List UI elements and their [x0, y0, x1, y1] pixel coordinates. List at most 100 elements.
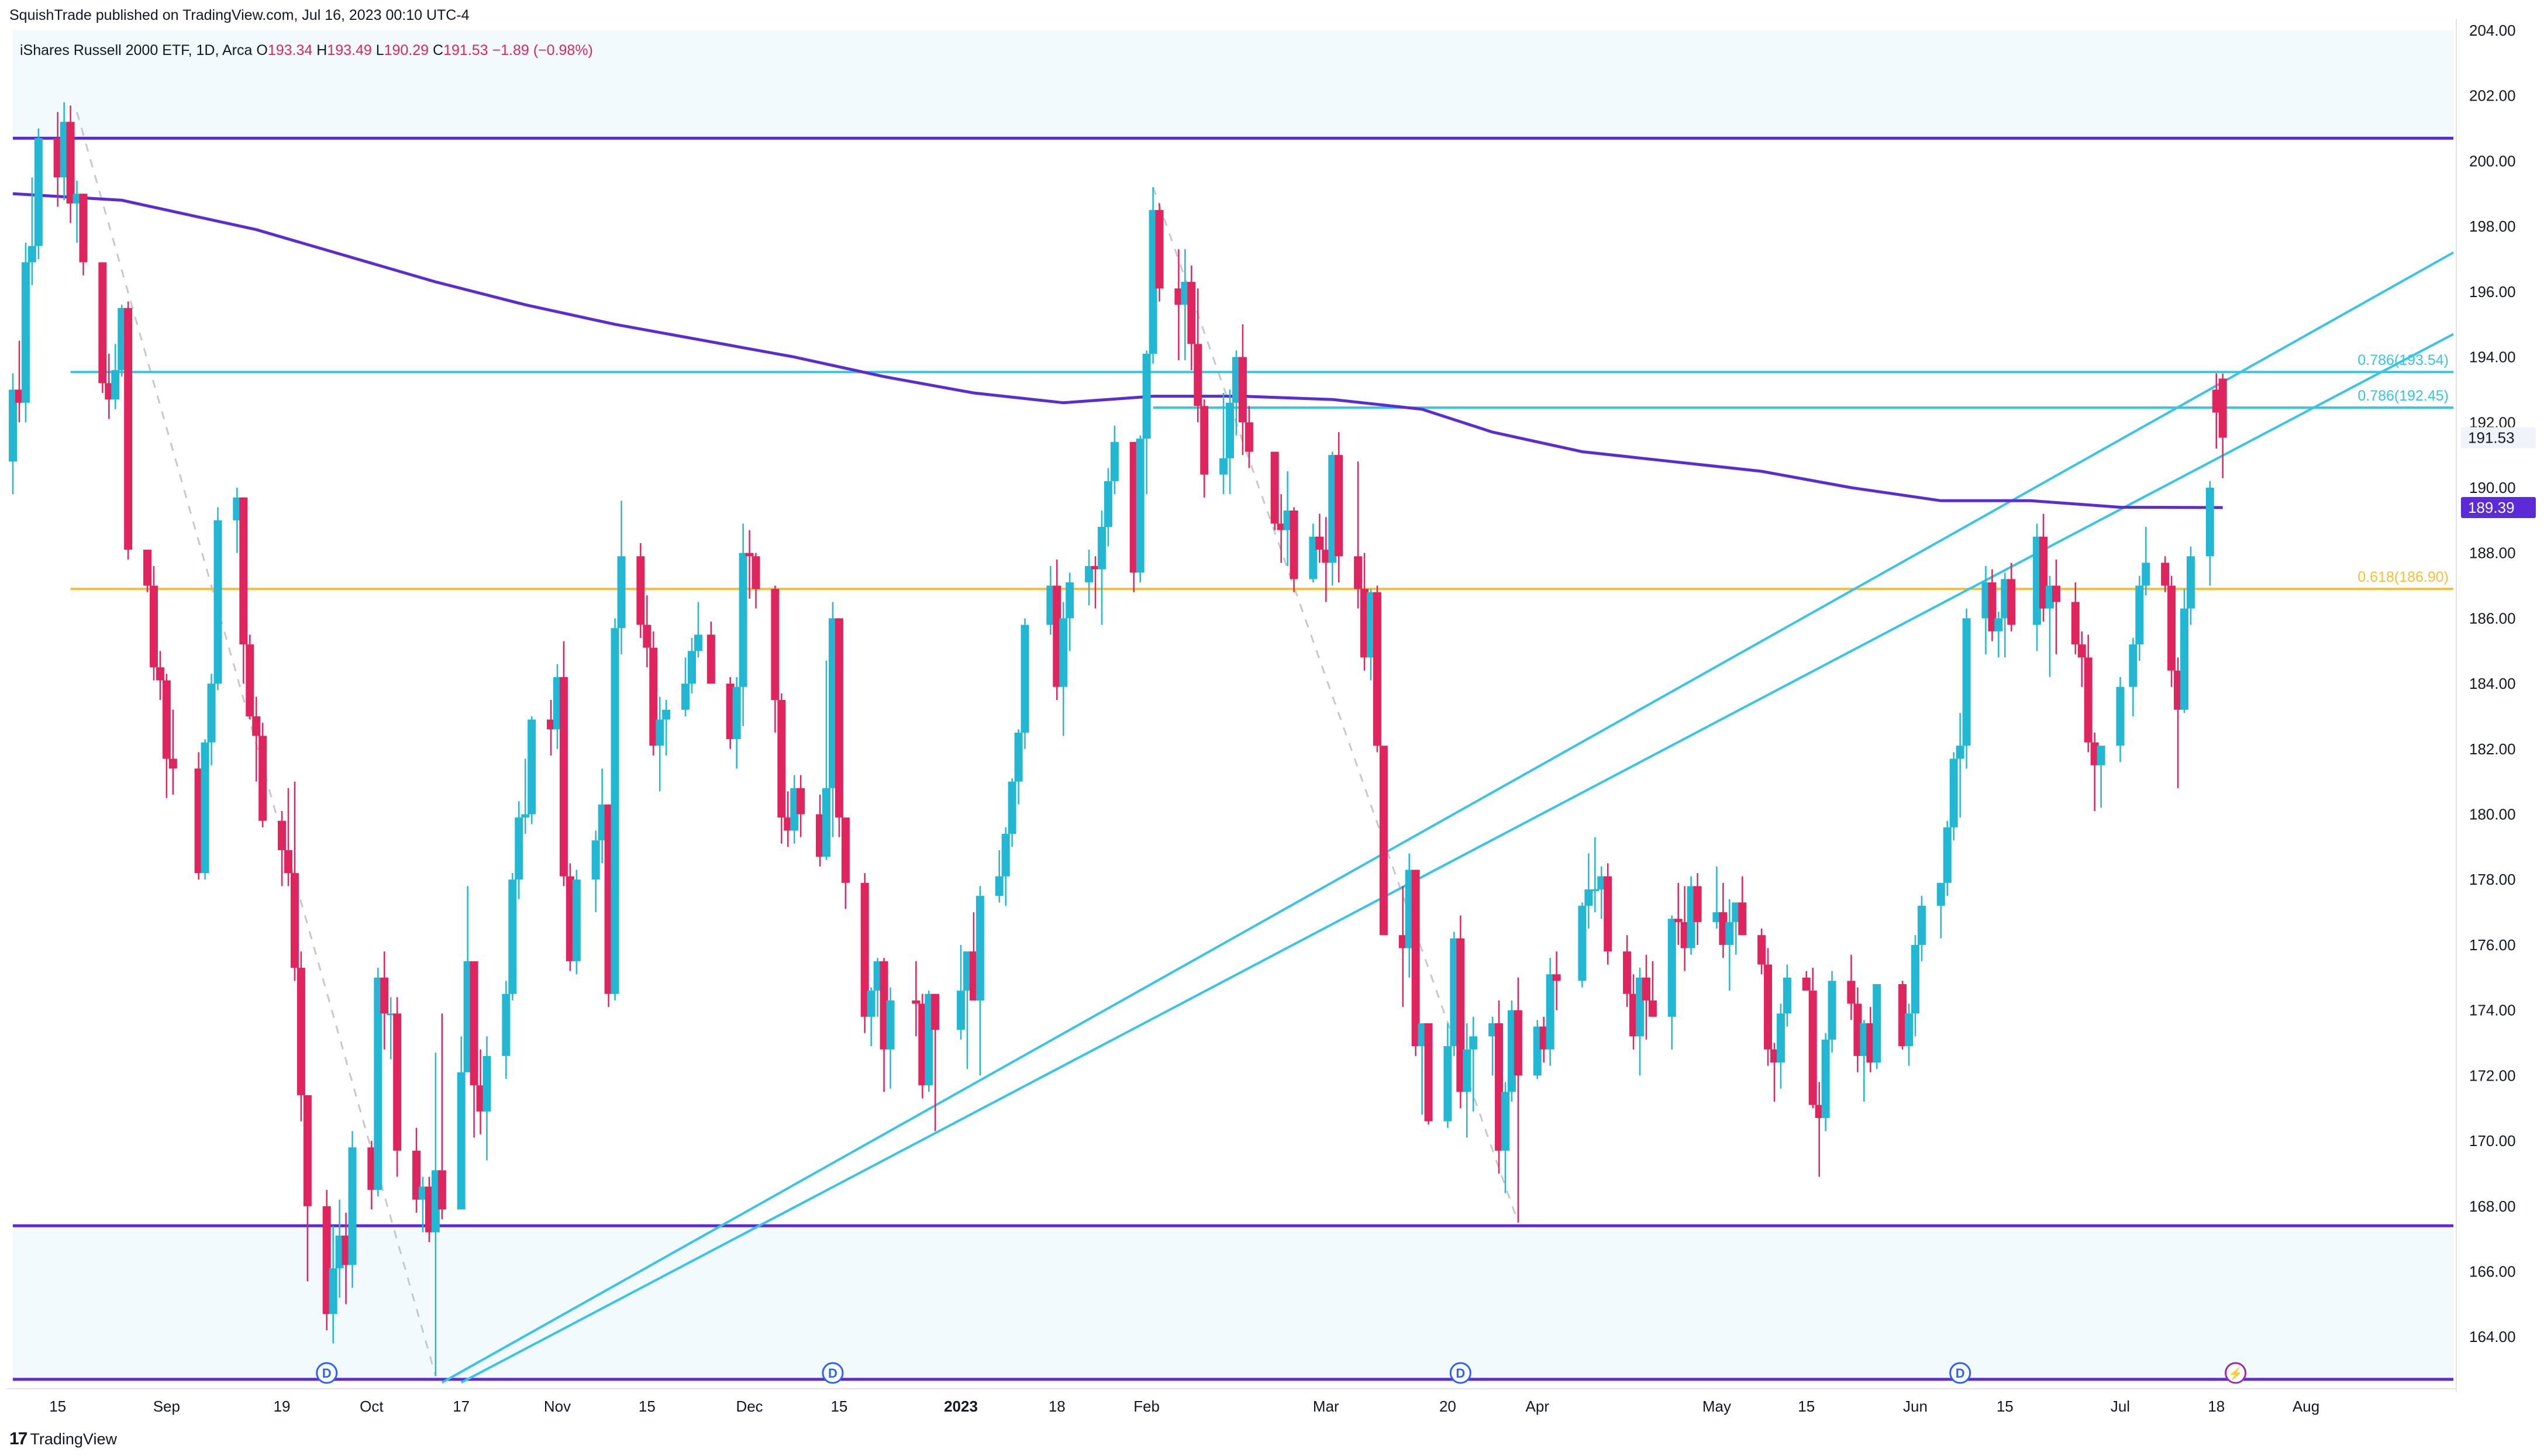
candle-body[interactable] — [1847, 981, 1856, 1004]
candle-body[interactable] — [797, 788, 805, 815]
candle-body[interactable] — [246, 644, 254, 716]
candle-body[interactable] — [1110, 441, 1119, 481]
candle-body[interactable] — [1315, 536, 1324, 550]
candle-body[interactable] — [745, 553, 754, 557]
candle-body[interactable] — [1379, 746, 1388, 936]
candle-body[interactable] — [1776, 1013, 1785, 1063]
candle-body[interactable] — [867, 991, 875, 1017]
candle-body[interactable] — [1623, 951, 1632, 994]
candle-body[interactable] — [2052, 585, 2060, 602]
candle-body[interactable] — [2097, 746, 2105, 765]
candle-body[interactable] — [2077, 644, 2086, 658]
candle-body[interactable] — [162, 680, 171, 759]
candle-body[interactable] — [1501, 1092, 1509, 1151]
candle-body[interactable] — [528, 719, 536, 815]
candle-body[interactable] — [1757, 935, 1766, 965]
candle-body[interactable] — [662, 709, 671, 720]
candle-body[interactable] — [1994, 618, 2003, 632]
candle-body[interactable] — [1270, 451, 1279, 524]
candle-body[interactable] — [1764, 964, 1773, 1050]
candle-body[interactable] — [1956, 746, 1964, 759]
candle-body[interactable] — [886, 1000, 895, 1050]
candle-body[interactable] — [777, 700, 786, 818]
candle-body[interactable] — [1962, 618, 1971, 746]
candle-body[interactable] — [1917, 905, 1926, 945]
price-chart[interactable]: 0.786(193.54)0.786(192.45)0.618(186.90)D… — [0, 0, 2544, 1456]
candle-body[interactable] — [1738, 902, 1747, 936]
candle-body[interactable] — [515, 817, 523, 880]
candle-body[interactable] — [841, 817, 850, 883]
candle-body[interactable] — [1828, 981, 1836, 1040]
candle-body[interactable] — [297, 968, 305, 1095]
candle-body[interactable] — [771, 589, 780, 701]
candle-body[interactable] — [393, 1013, 402, 1151]
candle-body[interactable] — [687, 651, 696, 684]
candle-body[interactable] — [2084, 657, 2093, 743]
candle-body[interactable] — [2142, 563, 2150, 586]
candle-body[interactable] — [1104, 481, 1112, 527]
candle-body[interactable] — [1238, 357, 1247, 423]
candle-body[interactable] — [681, 684, 690, 710]
candle-body[interactable] — [2135, 585, 2144, 645]
candle-body[interactable] — [559, 677, 568, 877]
candle-body[interactable] — [1290, 510, 1298, 579]
candle-body[interactable] — [1936, 882, 1945, 906]
candle-body[interactable] — [278, 820, 287, 850]
candle-body[interactable] — [1463, 1049, 1471, 1092]
candle-body[interactable] — [694, 634, 702, 651]
candle-body[interactable] — [957, 991, 966, 1030]
candle-body[interactable] — [1821, 1039, 1830, 1118]
candle-body[interactable] — [1443, 1046, 1452, 1122]
trendline-0[interactable] — [441, 251, 2454, 1384]
candle-body[interactable] — [258, 736, 267, 821]
candle-body[interactable] — [79, 194, 88, 263]
candle-body[interactable] — [380, 977, 389, 1014]
candle-body[interactable] — [482, 1055, 491, 1112]
candle-body[interactable] — [1335, 455, 1343, 557]
candle-body[interactable] — [1469, 1036, 1478, 1050]
candle-body[interactable] — [2007, 579, 2016, 625]
candle-body[interactable] — [611, 628, 619, 994]
candle-body[interactable] — [66, 122, 75, 204]
candle-body[interactable] — [1219, 458, 1228, 475]
footer-brand[interactable]: 17 TradingView — [9, 1429, 117, 1449]
candle-body[interactable] — [975, 896, 984, 1000]
candle-body[interactable] — [822, 788, 830, 857]
candle-body[interactable] — [1200, 406, 1209, 475]
candle-body[interactable] — [252, 716, 261, 736]
candle-body[interactable] — [1808, 991, 1817, 1105]
candle-body[interactable] — [1155, 210, 1164, 289]
candle-body[interactable] — [591, 840, 600, 880]
candle-body[interactable] — [1226, 402, 1235, 458]
candle-body[interactable] — [1021, 625, 1029, 733]
candle-body[interactable] — [348, 1147, 357, 1265]
candle-body[interactable] — [143, 550, 152, 586]
candle-body[interactable] — [27, 246, 36, 263]
candle-body[interactable] — [1373, 592, 1381, 746]
candle-body[interactable] — [2186, 556, 2195, 609]
candle-body[interactable] — [156, 667, 164, 681]
candle-body[interactable] — [912, 1000, 921, 1004]
candle-body[interactable] — [111, 370, 120, 400]
candle-body[interactable] — [1667, 919, 1676, 1017]
candle-body[interactable] — [1059, 618, 1068, 687]
candle-body[interactable] — [2116, 686, 2125, 746]
candle-body[interactable] — [1783, 977, 1791, 1014]
candle-body[interactable] — [1725, 922, 1734, 945]
candle-body[interactable] — [1194, 344, 1202, 406]
candle-body[interactable] — [34, 138, 43, 246]
candle-body[interactable] — [1142, 353, 1151, 439]
candle-body[interactable] — [502, 993, 511, 1056]
candle-body[interactable] — [752, 556, 760, 589]
candle-body[interactable] — [457, 1072, 466, 1210]
candle-body[interactable] — [643, 625, 651, 648]
candle-body[interactable] — [1604, 876, 1612, 952]
candle-body[interactable] — [656, 719, 664, 746]
candle-body[interactable] — [1642, 977, 1650, 1000]
candle-body[interactable] — [995, 876, 1004, 896]
candle-body[interactable] — [2071, 602, 2080, 645]
candle-body[interactable] — [290, 873, 299, 968]
candle-body[interactable] — [1097, 527, 1106, 570]
candle-body[interactable] — [732, 686, 741, 740]
candle-body[interactable] — [303, 1095, 312, 1206]
